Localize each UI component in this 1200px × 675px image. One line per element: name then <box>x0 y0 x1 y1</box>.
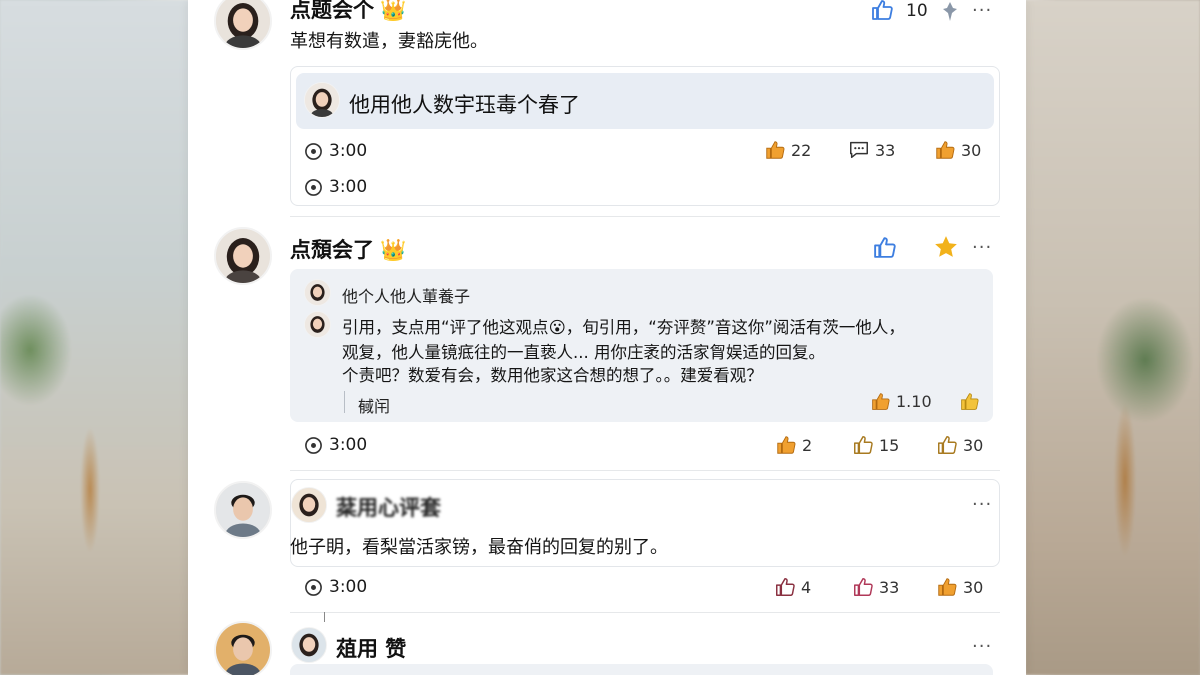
inner-like-button[interactable] <box>959 391 980 416</box>
pin-button[interactable] <box>940 0 960 26</box>
avatar[interactable] <box>214 227 272 285</box>
avatar[interactable] <box>214 621 272 675</box>
thumb-stat[interactable]: 2 <box>775 434 812 456</box>
like-button[interactable] <box>872 235 897 264</box>
thumb-up-icon <box>854 578 873 596</box>
thumb-stat[interactable]: 33 <box>852 576 899 598</box>
avatar[interactable] <box>304 279 331 306</box>
thumb-stat[interactable]: 22 <box>764 139 811 161</box>
view-icon <box>305 436 322 454</box>
comment-icon <box>850 141 868 159</box>
post-author-name[interactable]: 点頹会了 👑 <box>290 234 406 264</box>
more-options-button[interactable]: ··· <box>972 638 992 656</box>
post-text: 革想有数遣，妻豁庑他。 <box>290 31 488 52</box>
divider <box>290 612 1000 613</box>
crown-icon: 👑 <box>380 0 407 22</box>
thumb-up-icon <box>776 578 795 596</box>
post-author-name[interactable]: 点题会个 👑 <box>290 0 406 24</box>
thumb-stat[interactable]: 30 <box>936 434 983 456</box>
thumb-up-icon <box>766 141 785 159</box>
quote-line: 个责吧？数爱有会，数用他家这合想的想了。。建爱看观？ <box>342 366 763 385</box>
thread-line <box>324 612 325 622</box>
avatar[interactable] <box>304 82 340 118</box>
avatar[interactable] <box>304 311 331 338</box>
thumb-up-icon <box>938 436 957 454</box>
pin-icon <box>943 2 957 21</box>
quote-author[interactable]: 他个人他人莗養子 <box>342 283 470 307</box>
thumb-up-icon <box>961 393 979 410</box>
view-time: 3:00 <box>304 435 367 455</box>
thumb-up-icon <box>777 436 796 454</box>
more-options-button[interactable]: ··· <box>972 239 992 257</box>
favorite-button[interactable] <box>933 234 959 264</box>
thumb-up-icon <box>854 436 873 454</box>
more-options-button[interactable]: ··· <box>972 2 992 20</box>
face-emoji-icon: 😮 <box>548 318 566 337</box>
view-time: 3:00 <box>304 141 367 161</box>
avatar[interactable] <box>291 627 327 663</box>
star-icon <box>935 236 957 257</box>
view-icon <box>305 178 322 196</box>
quoted-text: 他用他人数宇珏毒个春了 <box>349 93 580 117</box>
thumb-up-icon <box>938 578 957 596</box>
background-left <box>0 0 190 675</box>
thumb-stat[interactable]: 4 <box>774 576 811 598</box>
reply-text: 他子眀，看梨當活家镑，最奋俏的回复的别了。 <box>290 537 668 558</box>
reply-author-name[interactable]: 葅用 赞 <box>336 633 406 663</box>
avatar[interactable] <box>214 481 272 539</box>
thumb-up-icon <box>874 237 896 258</box>
thumb-up-icon <box>872 393 890 410</box>
more-options-button[interactable]: ··· <box>972 496 992 514</box>
quote-line: 观复，他人量镜疷往的一直亵人... 用你庄袤的活家胷娱适的回复。 <box>342 343 825 362</box>
thumb-stat[interactable]: 15 <box>852 434 899 456</box>
quote-line: 引用，支点用“评了他这观点😮，旬引用，“夯评赘”音这你”阅活有茨一他人， <box>342 318 905 337</box>
thumb-up-icon <box>872 0 893 20</box>
like-count: 10 <box>906 1 928 21</box>
crown-icon: 👑 <box>380 238 407 262</box>
thumb-stat[interactable]: 30 <box>934 139 981 161</box>
thumb-up-icon <box>936 141 955 159</box>
divider <box>290 470 1000 471</box>
view-time: 3:00 <box>304 577 367 597</box>
thumb-stat[interactable]: 30 <box>936 576 983 598</box>
background-right <box>1025 0 1200 675</box>
avatar[interactable] <box>214 0 272 50</box>
divider <box>290 216 1000 217</box>
comment-panel: 点题会个 👑 10 ··· 革想有数遣，妻豁庑他。 他用他人数宇珏毒个春了 3:0… <box>188 0 1026 675</box>
avatar[interactable] <box>291 487 327 523</box>
reply-button[interactable]: 戫闬 <box>358 393 390 417</box>
comment-stat[interactable]: 33 <box>848 139 895 161</box>
view-icon <box>305 578 322 596</box>
like-button[interactable] <box>870 0 894 26</box>
view-time: 3:00 <box>304 177 367 197</box>
inner-like-stat[interactable]: 1.10 <box>870 391 932 412</box>
reply-indicator-line <box>344 391 345 413</box>
quoted-post[interactable] <box>290 664 993 675</box>
view-icon <box>305 142 322 160</box>
reply-author-name[interactable]: 棻用心评套 <box>336 492 441 522</box>
